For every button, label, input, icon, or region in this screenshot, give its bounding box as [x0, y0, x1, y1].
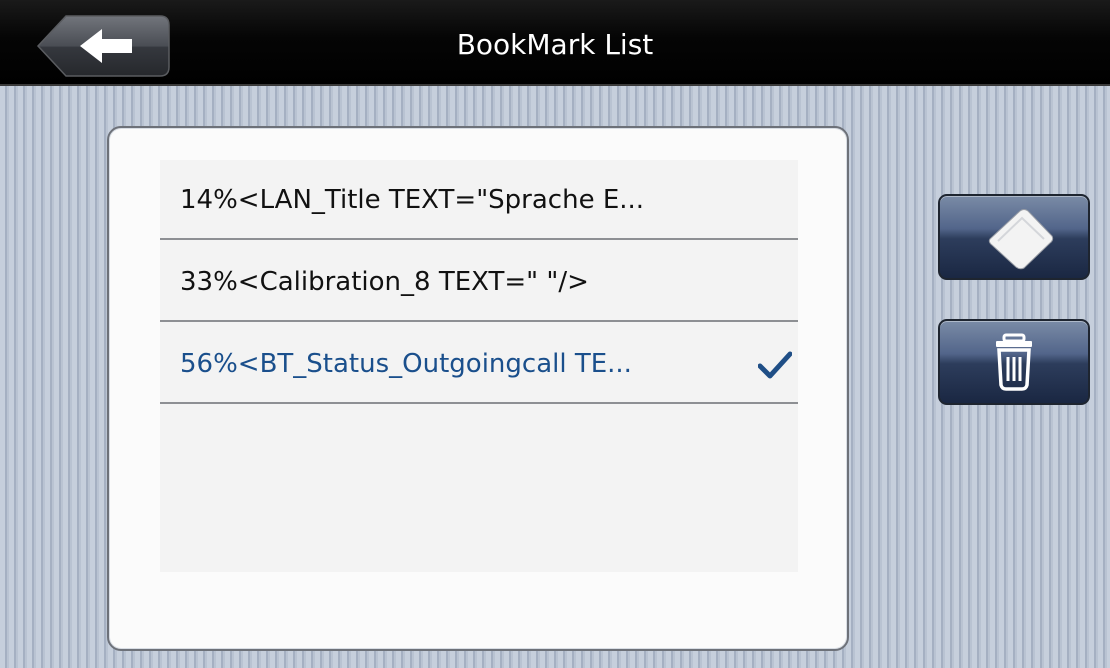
bookmark-list[interactable]: 14%<LAN_Title TEXT="Sprache E... 33%<Cal…: [160, 160, 798, 572]
bookmark-label: 33%<Calibration_8 TEXT=" "/>: [180, 267, 589, 297]
delete-button[interactable]: [938, 319, 1090, 405]
list-item[interactable]: 33%<Calibration_8 TEXT=" "/>: [160, 242, 798, 322]
checkmark-icon: [758, 351, 792, 379]
page-title: BookMark List: [456, 28, 654, 61]
bookmark-label: 14%<LAN_Title TEXT="Sprache E...: [180, 185, 645, 215]
bookmark-label: 56%<BT_Status_Outgoingcall TE...: [180, 349, 632, 379]
edit-button[interactable]: [938, 194, 1090, 280]
list-item[interactable]: 14%<LAN_Title TEXT="Sprache E...: [160, 160, 798, 240]
list-item-selected[interactable]: 56%<BT_Status_Outgoingcall TE...: [160, 324, 798, 404]
eraser-icon: [988, 209, 1054, 270]
trash-icon: [996, 333, 1032, 391]
header-bar: BookMark List: [0, 0, 1110, 86]
